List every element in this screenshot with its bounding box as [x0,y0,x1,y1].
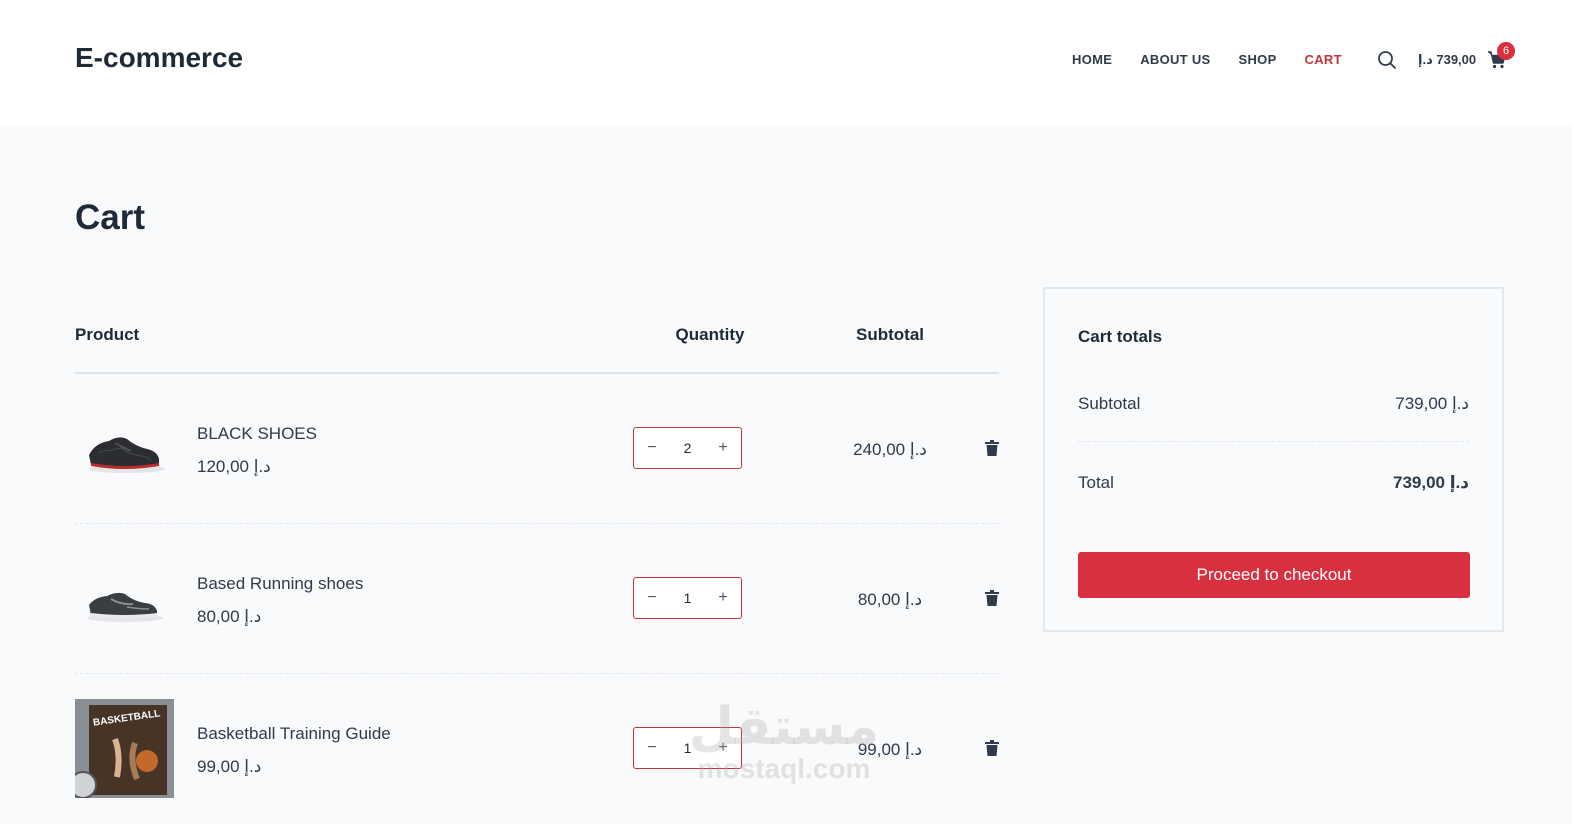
table-row: Based Running shoes د.إ 80,00 − + د.إ 80… [75,524,999,674]
quantity-input[interactable] [672,440,703,456]
cart-count-badge: 6 [1497,42,1515,60]
basketball-book-image[interactable]: BASKETBALL [75,699,174,798]
nav-shop[interactable]: SHOP [1239,52,1277,67]
column-header-subtotal: Subtotal [856,325,924,344]
black-shoes-image[interactable] [75,399,174,498]
cart-totals-panel: Cart totals Subtotal د.إ 739,00 Total د.… [1043,287,1504,632]
running-shoes-image[interactable] [75,549,174,648]
increase-quantity-button[interactable]: + [705,589,741,607]
nav-home[interactable]: HOME [1072,52,1112,67]
decrease-quantity-button[interactable]: − [634,439,670,457]
trash-icon[interactable] [985,590,999,606]
search-icon[interactable] [1377,50,1397,70]
nav-cart[interactable]: CART [1305,52,1342,67]
quantity-input[interactable] [672,590,703,606]
proceed-to-checkout-button[interactable]: Proceed to checkout [1078,552,1470,598]
row-subtotal: د.إ 240,00 [853,440,927,459]
subtotal-label: Subtotal [1078,394,1141,413]
product-price: د.إ 120,00 [197,457,271,476]
increase-quantity-button[interactable]: + [705,439,741,457]
column-header-product: Product [75,325,140,344]
decrease-quantity-button[interactable]: − [634,739,670,757]
page-title: Cart [75,198,146,237]
header-cart-total[interactable]: 739,00 د.إ [1418,52,1476,68]
product-name-link[interactable]: Based Running shoes [197,574,363,594]
site-header: E-commerce HOME ABOUT US SHOP CART 739,0… [0,0,1572,126]
trash-icon[interactable] [985,740,999,756]
row-subtotal: د.إ 80,00 [857,590,923,609]
nav-about-us[interactable]: ABOUT US [1140,52,1210,67]
total-label: Total [1078,473,1114,492]
product-name-link[interactable]: BLACK SHOES [197,424,317,444]
quantity-stepper: − + [633,427,742,469]
total-value: د.إ 739,00 [1393,473,1469,492]
main-nav: HOME ABOUT US SHOP CART [1072,52,1370,67]
product-price: د.إ 99,00 [197,757,262,776]
totals-divider [1078,441,1469,442]
trash-icon[interactable] [985,440,999,456]
cart-totals-title: Cart totals [1078,327,1163,346]
product-name-link[interactable]: Basketball Training Guide [197,724,391,744]
quantity-input[interactable] [672,740,703,756]
row-subtotal: د.إ 99,00 [857,740,923,759]
decrease-quantity-button[interactable]: − [634,589,670,607]
subtotal-value: د.إ 739,00 [1395,394,1469,413]
quantity-stepper: − + [633,577,742,619]
table-row: BASKETBALL Basketball Training Guide د.إ… [75,674,999,824]
product-price: د.إ 80,00 [197,607,262,626]
site-logo[interactable]: E-commerce [75,42,243,74]
column-header-quantity: Quantity [675,325,745,344]
table-row: BLACK SHOES د.إ 120,00 − + د.إ 240,00 [75,374,999,524]
increase-quantity-button[interactable]: + [705,739,741,757]
quantity-stepper: − + [633,727,742,769]
